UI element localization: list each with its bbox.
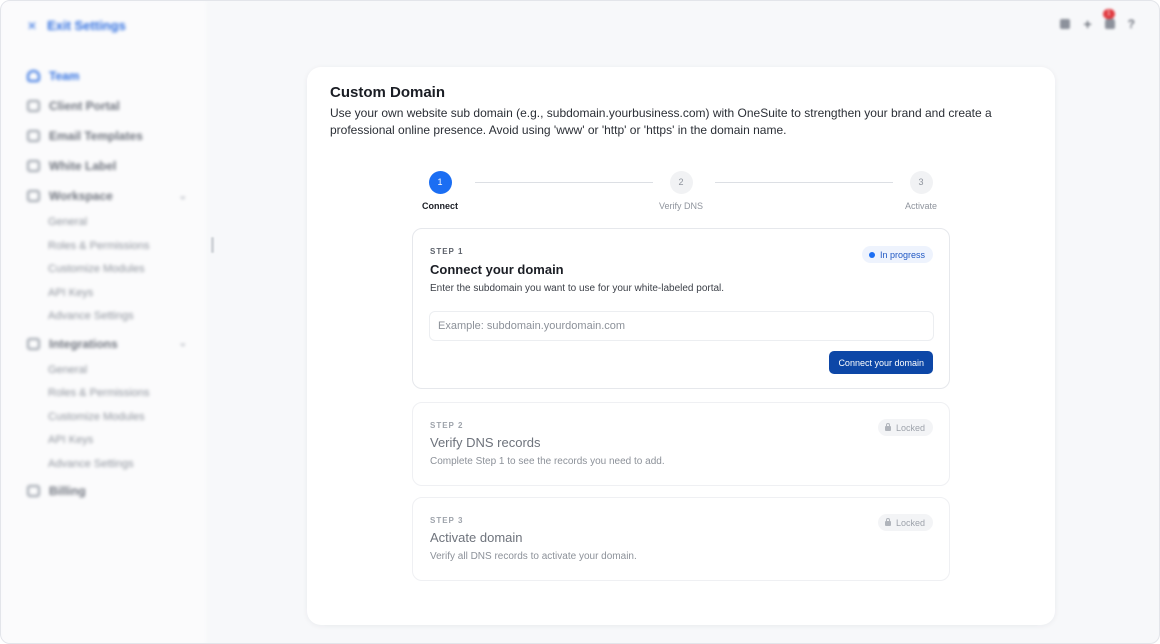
status-label: Locked [895, 422, 925, 433]
user-icon [27, 70, 40, 82]
sidebar-item-label: Workspace [49, 189, 113, 203]
sidebar-subitem-roles-permissions[interactable]: Roles & Permissions [27, 235, 187, 259]
app-window: ✕ Exit Settings Team Client Portal Email… [0, 0, 1160, 644]
settings-sidebar: ✕ Exit Settings Team Client Portal Email… [1, 1, 206, 643]
custom-domain-card: Custom Domain Use your own website sub d… [307, 67, 1055, 625]
chat-icon[interactable] [1060, 18, 1071, 29]
step-number: 2 [669, 171, 693, 194]
sidebar-subitem-general[interactable]: General [27, 211, 187, 235]
plus-icon[interactable]: + [1083, 17, 1091, 31]
sidebar-item-label: Billing [49, 484, 86, 498]
step-label: Connect [422, 201, 458, 211]
settings-nav: Team Client Portal Email Templates White… [27, 61, 187, 506]
sidebar-item-label: Team [49, 69, 80, 83]
stepper-connector [715, 182, 893, 183]
stepper-connector [475, 182, 653, 183]
sidebar-item-label: Client Portal [49, 99, 120, 113]
step-number: 3 [909, 171, 933, 194]
close-icon: ✕ [27, 18, 38, 33]
sidebar-subitem-customize-modules[interactable]: Customize Modules [27, 258, 187, 282]
step-card-verify-dns: STEP 2 Verify DNS records Complete Step … [412, 402, 950, 486]
help-icon[interactable]: ? [1128, 18, 1135, 30]
sidebar-item-label: Integrations [49, 336, 118, 351]
step-card-connect: STEP 1 Connect your domain Enter the sub… [412, 228, 950, 389]
exit-settings-label: Exit Settings [47, 18, 126, 33]
sidebar-item-integrations[interactable]: Integrations ⌄ [27, 329, 187, 359]
status-badge: Locked [877, 514, 933, 531]
sidebar-item-workspace[interactable]: Workspace ⌄ [27, 181, 187, 211]
sidebar-item-billing[interactable]: Billing [27, 476, 187, 506]
top-toolbar: + 1 ? [1060, 9, 1135, 31]
workspace-icon [27, 190, 40, 202]
step-description: Complete Step 1 to see the records you n… [430, 456, 665, 467]
sidebar-subitem-general[interactable]: General [27, 359, 187, 383]
step-card-activate: STEP 3 Activate domain Verify all DNS re… [412, 497, 950, 581]
sidebar-resize-handle[interactable] [211, 237, 214, 253]
sidebar-subitem-api-keys[interactable]: API Keys [27, 282, 187, 306]
stepper-step-verify-dns: 2 Verify DNS [641, 171, 721, 211]
step-description: Enter the subdomain you want to use for … [430, 283, 725, 294]
sidebar-subitem-advance-settings[interactable]: Advance Settings [27, 453, 187, 477]
step-title: Verify DNS records [430, 435, 541, 450]
lock-icon [884, 423, 891, 431]
sidebar-item-email-templates[interactable]: Email Templates [27, 121, 187, 151]
mail-icon [27, 130, 40, 142]
lock-icon [884, 518, 891, 526]
notification-badge: 1 [1102, 9, 1115, 19]
connect-domain-button[interactable]: Connect your domain [829, 351, 933, 374]
status-badge: In progress [861, 246, 933, 263]
subdomain-input[interactable] [429, 311, 934, 341]
stepper-step-connect: 1 Connect [400, 171, 480, 211]
step-title: Activate domain [430, 530, 523, 545]
integrations-icon [27, 337, 40, 350]
portal-icon [27, 100, 40, 112]
step-eyebrow: STEP 2 [430, 421, 464, 430]
sidebar-item-team[interactable]: Team [27, 61, 187, 91]
bell-icon[interactable]: 1 [1102, 9, 1115, 29]
sidebar-item-label: White Label [49, 159, 117, 173]
stepper-step-activate: 3 Activate [881, 171, 961, 211]
billing-icon [27, 485, 40, 497]
sidebar-subitem-api-keys[interactable]: API Keys [27, 429, 187, 453]
step-label: Activate [904, 201, 937, 211]
chevron-down-icon: ⌄ [178, 338, 187, 349]
step-number: 1 [428, 171, 452, 194]
sidebar-item-white-label[interactable]: White Label [27, 151, 187, 181]
sidebar-subitem-roles-permissions[interactable]: Roles & Permissions [27, 382, 187, 406]
status-badge: Locked [877, 419, 933, 436]
step-title: Connect your domain [430, 262, 564, 277]
page-title: Custom Domain [330, 84, 446, 101]
progress-stepper: 1 Connect 2 Verify DNS 3 Activate [413, 171, 953, 221]
step-label: Verify DNS [658, 201, 703, 211]
status-label: In progress [879, 249, 925, 260]
sidebar-subitem-customize-modules[interactable]: Customize Modules [27, 406, 187, 430]
status-dot-icon [868, 251, 875, 258]
step-eyebrow: STEP 3 [430, 516, 464, 525]
page-description: Use your own website sub domain (e.g., s… [330, 106, 992, 137]
chevron-down-icon: ⌄ [178, 190, 187, 202]
tag-icon [27, 160, 40, 172]
sidebar-item-client-portal[interactable]: Client Portal [27, 91, 187, 121]
status-label: Locked [895, 517, 925, 528]
sidebar-item-label: Email Templates [49, 129, 143, 143]
step-description: Verify all DNS records to activate your … [430, 551, 637, 562]
exit-settings-link[interactable]: ✕ Exit Settings [27, 18, 126, 33]
sidebar-subitem-advance-settings[interactable]: Advance Settings [27, 305, 187, 329]
step-eyebrow: STEP 1 [430, 247, 464, 256]
